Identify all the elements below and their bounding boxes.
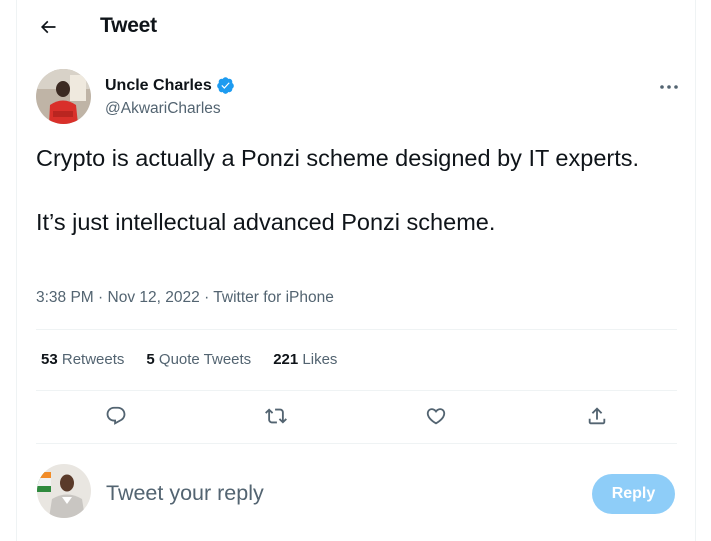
likes-label: Likes: [302, 351, 338, 368]
retweets-count: 53: [41, 351, 58, 368]
like-button[interactable]: [423, 403, 449, 429]
reply-icon: [106, 406, 126, 425]
tweet-author: Uncle Charles @AkwariCharles: [36, 69, 681, 125]
tweet-source[interactable]: Twitter for iPhone: [213, 289, 334, 306]
page-title: Tweet: [100, 14, 157, 37]
avatar[interactable]: [36, 69, 91, 124]
divider: [36, 390, 677, 391]
tweet-time[interactable]: 3:38 PM: [36, 289, 94, 306]
more-horizontal-icon: [660, 85, 678, 89]
retweets-label: Retweets: [61, 351, 125, 368]
meta-separator: ·: [204, 289, 210, 306]
page-header: Tweet: [17, 0, 695, 56]
tweet-metadata: 3:38 PM · Nov 12, 2022 · Twitter for iPh…: [36, 289, 334, 307]
retweets-stat[interactable]: 53 Retweets: [41, 351, 124, 368]
share-icon: [588, 407, 606, 425]
retweet-button[interactable]: [263, 403, 289, 429]
like-icon: [426, 408, 446, 425]
reply-input[interactable]: [106, 477, 576, 509]
divider: [36, 443, 677, 444]
tweet-date[interactable]: Nov 12, 2022: [108, 289, 200, 306]
more-options-button[interactable]: [657, 77, 681, 97]
tweet-actions: [17, 393, 695, 441]
tweet-paragraph: It’s just intellectual advanced Ponzi sc…: [36, 209, 496, 235]
quote-tweets-stat[interactable]: 5 Quote Tweets: [146, 351, 251, 368]
tweet-paragraph: Crypto is actually a Ponzi scheme design…: [36, 145, 640, 171]
tweet-stats: 53 Retweets 5 Quote Tweets 221 Likes: [41, 351, 337, 368]
reply-button[interactable]: [103, 403, 129, 429]
share-button[interactable]: [584, 403, 610, 429]
reply-submit-button[interactable]: Reply: [592, 474, 675, 514]
avatar[interactable]: [37, 464, 91, 518]
arrow-left-icon: [40, 20, 56, 34]
verified-badge-icon: [216, 77, 234, 94]
tweet-detail-view: Tweet Uncle Charles @AkwariCharles Crypt…: [16, 0, 696, 541]
author-name-row: Uncle Charles: [105, 76, 235, 95]
likes-count: 221: [273, 351, 299, 368]
display-name[interactable]: Uncle Charles: [105, 77, 212, 95]
divider: [36, 329, 677, 330]
author-handle[interactable]: @AkwariCharles: [105, 100, 221, 118]
quote-tweets-count: 5: [146, 351, 155, 368]
likes-stat[interactable]: 221 Likes: [273, 351, 337, 368]
tweet-text: Crypto is actually a Ponzi scheme design…: [36, 142, 666, 270]
meta-separator: ·: [98, 289, 104, 306]
back-button[interactable]: [31, 10, 65, 44]
reply-composer: Reply: [17, 447, 695, 541]
quote-tweets-label: Quote Tweets: [158, 351, 252, 368]
retweet-icon: [265, 408, 287, 424]
